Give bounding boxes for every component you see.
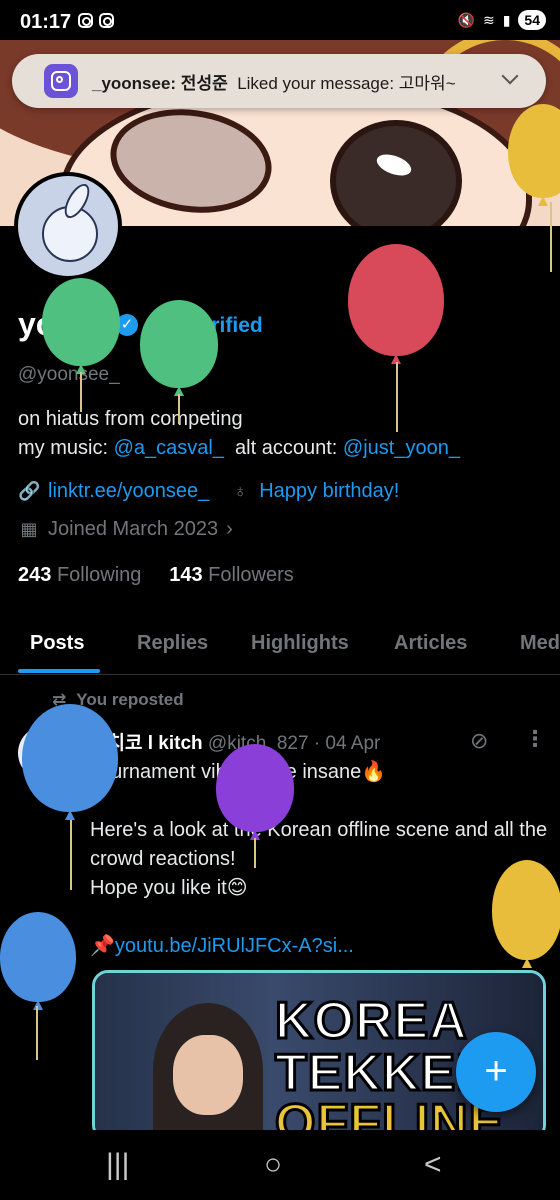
media-title: KOREA [274, 991, 469, 1052]
home-button[interactable]: ○ [264, 1148, 282, 1182]
follow-counts: 243 Following 143 Followers [18, 564, 294, 587]
recent-apps-button[interactable]: ||| [106, 1148, 129, 1182]
balloon-icon: ♁ [233, 481, 247, 501]
avatar[interactable] [14, 172, 122, 280]
birthday-link[interactable]: Happy birthday! [259, 480, 399, 503]
bio-line: on hiatus from competing [18, 408, 243, 430]
signal-icon: ▮ [502, 11, 511, 28]
youtube-link[interactable]: 📌youtu.be/JiRUlJFCx-A?si... [90, 932, 550, 961]
instagram-icon [99, 13, 114, 28]
tab-media[interactable]: Med [520, 632, 560, 655]
back-button[interactable]: < [424, 1148, 442, 1182]
profile-meta: 🔗 linktr.ee/yoonsee_ ♁ Happy birthday! [18, 480, 399, 503]
alt-account-link[interactable]: @just_yoon_ [343, 437, 460, 459]
joined-date: Joined March 2023 [48, 518, 219, 540]
balloon-icon [42, 278, 120, 366]
balloon-icon [492, 860, 560, 960]
post-date: · 04 Apr [313, 733, 381, 754]
status-bar: 01:17 🔇 ≋ ▮ 54 [0, 0, 560, 44]
chevron-down-icon[interactable] [501, 67, 519, 85]
user-handle: @yoonsee_ [18, 364, 120, 385]
system-nav-bar: ||| ○ < [0, 1130, 560, 1200]
followers-link[interactable]: 143 Followers [169, 564, 294, 586]
grok-icon[interactable]: ⊘ [470, 728, 488, 754]
status-right-icons: 🔇 ≋ ▮ 54 [458, 10, 546, 30]
website-link[interactable]: linktr.ee/yoonsee_ [48, 480, 209, 503]
tab-highlights[interactable]: Highlights [251, 632, 349, 655]
profile-tabs: Posts Replies Highlights Articles Med [0, 612, 560, 675]
instagram-app-icon [44, 64, 78, 98]
joined-row[interactable]: ▦ Joined March 2023 › [18, 518, 233, 541]
calendar-icon: ▦ [20, 519, 38, 539]
battery-badge: 54 [518, 10, 546, 30]
music-account-link[interactable]: @a_casval_ [114, 437, 224, 459]
tab-articles[interactable]: Articles [394, 632, 467, 655]
tab-replies[interactable]: Replies [137, 632, 208, 655]
balloon-icon [140, 300, 218, 388]
tab-posts[interactable]: Posts [30, 632, 84, 655]
balloon-icon [22, 704, 118, 812]
post-text: Tournament vibes were insane🔥 Here's a l… [90, 758, 550, 961]
notification-sender: _yoonsee: 전성준 [92, 73, 228, 93]
instagram-icon [78, 13, 93, 28]
following-link[interactable]: 243 Following [18, 564, 141, 586]
notification-text: _yoonsee: 전성준 Liked your message: 고마워~ [92, 69, 456, 94]
balloon-icon [348, 244, 444, 356]
balloon-icon [0, 912, 76, 1002]
balloon-icon [216, 744, 294, 832]
status-app-icons [78, 13, 114, 28]
active-tab-indicator [18, 669, 100, 673]
bio: on hiatus from competing my music: @a_ca… [18, 405, 460, 463]
mute-icon: 🔇 [457, 11, 475, 28]
instagram-notification[interactable]: _yoonsee: 전성준 Liked your message: 고마워~ [12, 54, 546, 108]
more-options-icon[interactable]: ⋮ [524, 726, 546, 752]
chevron-right-icon: › [226, 518, 233, 540]
notification-message: Liked your message: 고마워~ [237, 73, 456, 93]
bio-line: my music: @a_casval_ alt account: @just_… [18, 437, 460, 459]
compose-button[interactable]: + [456, 1032, 536, 1112]
link-icon: 🔗 [18, 481, 41, 501]
wifi-icon: ≋ [482, 11, 495, 28]
status-time: 01:17 [20, 11, 72, 33]
